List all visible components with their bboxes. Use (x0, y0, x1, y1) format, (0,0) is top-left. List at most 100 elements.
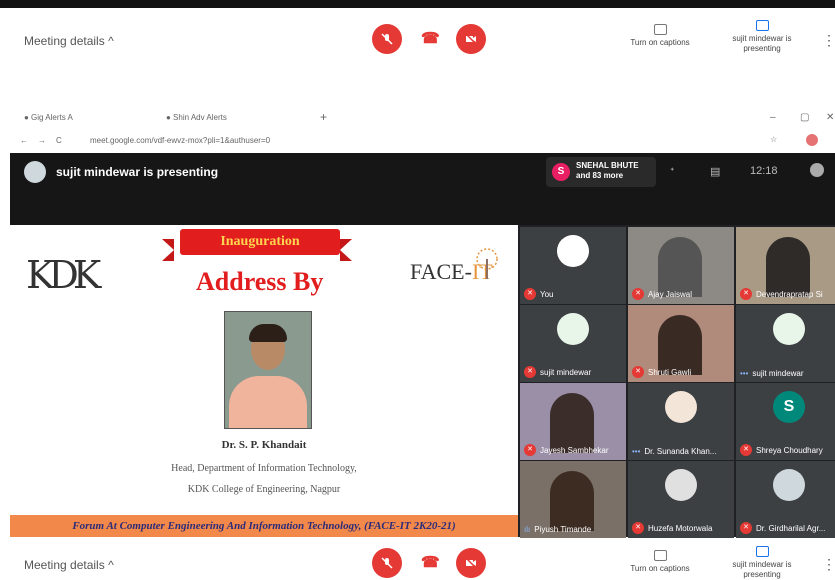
mic-muted-icon: ✕ (524, 288, 536, 300)
participant-tile[interactable]: S ✕ Shreya Choudhary (736, 383, 835, 460)
photo-body (229, 376, 307, 428)
chat-icon[interactable]: ▤ (710, 165, 720, 178)
mic-muted-icon: ✕ (632, 288, 644, 300)
presenting-indicator[interactable]: sujit mindewar is presenting (730, 20, 794, 54)
profile-avatar[interactable] (806, 134, 818, 146)
maximize-icon[interactable]: ▢ (800, 112, 809, 123)
kdk-logo: KDK (26, 253, 101, 297)
mic-off-button[interactable] (372, 24, 402, 54)
speaking-icon: ••• (632, 447, 641, 456)
people-icon[interactable]: ᐩ (670, 165, 674, 178)
mic-muted-icon: ✕ (524, 366, 536, 378)
slide-heading: Address By (196, 267, 324, 296)
captions-icon (653, 550, 667, 561)
mic-off-button[interactable] (372, 548, 402, 578)
clock-label: 12:18 (750, 165, 778, 177)
meet-control-bar-bottom: Meeting details ^ ☎ Turn on captions suj… (0, 544, 835, 580)
forward-icon[interactable]: → (38, 136, 46, 145)
speaking-icon: ••• (740, 369, 749, 378)
camera-off-button[interactable] (456, 24, 486, 54)
present-icon (755, 546, 769, 557)
presentation-slide: KDK Inauguration Address By FACE-IT Dr. … (10, 225, 518, 537)
speaking-icon: ılı (524, 525, 531, 534)
mic-muted-icon: ✕ (740, 288, 752, 300)
slide-footer: Forum At Computer Engineering And Inform… (10, 515, 518, 537)
mic-muted-icon: ✕ (740, 522, 752, 534)
participants-chip[interactable]: S SNEHAL BHUTE and 83 more (546, 157, 656, 187)
meet-control-bar-top: Meeting details ^ ☎ Turn on captions suj… (0, 14, 835, 62)
participant-name: ✕ Jayesh Sambhekar (524, 444, 608, 456)
camera-off-icon (465, 557, 477, 569)
mic-muted-icon: ✕ (524, 444, 536, 456)
participant-tile[interactable]: ılı Piyush Timande (520, 461, 626, 538)
participant-tile[interactable]: ✕ Ajay Jaiswal (628, 227, 734, 304)
inauguration-ribbon: Inauguration (180, 229, 340, 255)
avatar-initial: S (773, 391, 805, 423)
close-icon[interactable]: ✕ (826, 112, 834, 123)
captions-button[interactable]: Turn on captions (630, 24, 690, 48)
more-options-icon[interactable]: ⋮ (822, 556, 835, 573)
mic-muted-icon: ✕ (632, 366, 644, 378)
participant-tile[interactable]: ✕ You (520, 227, 626, 304)
participant-tile[interactable]: ✕ Jayesh Sambhekar (520, 383, 626, 460)
speaker-college: KDK College of Engineering, Nagpur (187, 484, 341, 495)
url-field[interactable]: meet.google.com/vdf-ewvz-mox?pli=1&authu… (90, 136, 270, 145)
camera-off-button[interactable] (456, 548, 486, 578)
participant-name: ••• Dr. Sunanda Khan... (632, 447, 717, 456)
star-icon[interactable]: ☆ (770, 135, 777, 144)
top-strip (0, 0, 835, 8)
participant-badge: S (552, 163, 570, 181)
presenting-indicator[interactable]: sujit mindewar is presenting (730, 546, 794, 580)
avatar (665, 391, 697, 423)
self-avatar (810, 163, 824, 177)
presenter-avatar (24, 161, 46, 183)
participant-name: ✕ sujit mindewar (524, 366, 591, 378)
participant-tile[interactable]: ••• sujit mindewar (736, 305, 835, 382)
camera-off-icon (465, 33, 477, 45)
participant-name: ••• sujit mindewar (740, 369, 804, 378)
participant-tile[interactable]: ✕ sujit mindewar (520, 305, 626, 382)
hang-up-icon[interactable]: ☎ (421, 553, 440, 571)
browser-tab-1[interactable]: ● Gig Alerts A (24, 113, 73, 122)
participant-name: ✕ Devendrapratap Si (740, 288, 823, 300)
participant-name: ✕ You (524, 288, 554, 300)
participant-tile[interactable]: ✕ Shruti Gawli (628, 305, 734, 382)
captions-icon (653, 24, 667, 35)
participant-name: ılı Piyush Timande (524, 525, 592, 534)
avatar (557, 235, 589, 267)
participant-name: ✕ Huzefa Motorwala (632, 522, 712, 534)
ribbon-tail-right (340, 239, 352, 261)
back-icon[interactable]: ← (20, 136, 28, 145)
speaker-photo (224, 311, 312, 429)
more-options-icon[interactable]: ⋮ (822, 32, 835, 49)
present-icon (755, 20, 769, 31)
avatar (773, 469, 805, 501)
new-tab-icon[interactable]: + (320, 110, 327, 124)
meeting-details-button[interactable]: Meeting details ^ (24, 558, 114, 572)
avatar (557, 313, 589, 345)
meeting-details-button[interactable]: Meeting details ^ (24, 34, 114, 48)
participant-name: ✕ Shreya Choudhary (740, 444, 823, 456)
reload-icon[interactable]: C (56, 136, 62, 145)
participants-summary: SNEHAL BHUTE and 83 more (576, 161, 639, 180)
captions-button[interactable]: Turn on captions (630, 550, 690, 574)
participant-video (550, 471, 594, 531)
mic-off-icon (381, 33, 393, 45)
participant-tile[interactable]: ✕ Huzefa Motorwala (628, 461, 734, 538)
minimize-icon[interactable]: – (770, 112, 776, 123)
browser-address-bar: ← → C meet.google.com/vdf-ewvz-mox?pli=1… (0, 130, 835, 152)
photo-hair (249, 324, 287, 342)
participant-name: ✕ Shruti Gawli (632, 366, 691, 378)
presentation-header: sujit mindewar is presenting S SNEHAL BH… (10, 153, 835, 225)
participant-tile[interactable]: ✕ Devendrapratap Si (736, 227, 835, 304)
participant-tile[interactable]: ••• Dr. Sunanda Khan... (628, 383, 734, 460)
participant-tile[interactable]: ✕ Dr. Girdharilal Agr... (736, 461, 835, 538)
presenter-label: sujit mindewar is presenting (56, 165, 219, 179)
avatar (773, 313, 805, 345)
tree-logo-icon (476, 248, 498, 279)
browser-tab-strip: ● Gig Alerts A ● Shin Adv Alerts + – ▢ ✕ (0, 108, 835, 128)
mic-muted-icon: ✕ (632, 522, 644, 534)
browser-tab-2[interactable]: ● Shin Adv Alerts (166, 113, 227, 122)
hang-up-icon[interactable]: ☎ (421, 29, 440, 47)
speaker-name: Dr. S. P. Khandait (221, 439, 307, 451)
